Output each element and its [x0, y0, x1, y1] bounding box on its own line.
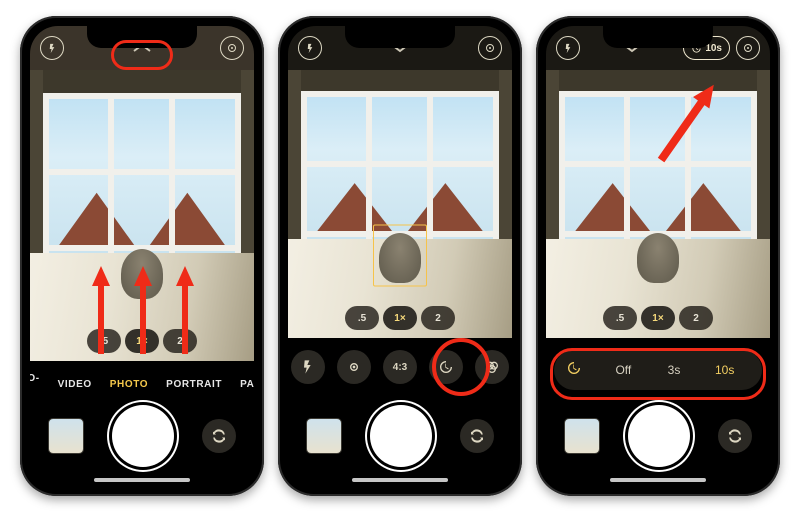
home-indicator[interactable] [94, 478, 190, 482]
viewfinder[interactable]: .5 1× 2 [546, 70, 770, 338]
zoom-0_5x[interactable]: .5 [345, 306, 379, 330]
iphone-step3: 10s .5 1× 2 Off 3s 10s [536, 16, 780, 496]
live-photo-icon[interactable] [220, 36, 244, 60]
mode-photo[interactable]: PHOTO [110, 379, 148, 390]
home-indicator[interactable] [352, 478, 448, 482]
zoom-1x[interactable]: 1× [125, 329, 159, 353]
zoom-0_5x[interactable]: .5 [603, 306, 637, 330]
shutter-button[interactable] [628, 405, 690, 467]
live-control-icon[interactable] [337, 350, 371, 384]
timer-option-3s[interactable]: 3s [649, 363, 700, 377]
flash-control-icon[interactable] [291, 350, 325, 384]
zoom-0_5x[interactable]: .5 [87, 329, 121, 353]
timer-option-off[interactable]: Off [598, 363, 649, 377]
zoom-2x[interactable]: 2 [421, 306, 455, 330]
timer-control-icon[interactable] [429, 350, 463, 384]
notch [603, 26, 713, 48]
last-photo-thumbnail[interactable] [306, 418, 342, 454]
switch-camera-icon[interactable] [460, 419, 494, 453]
home-indicator[interactable] [610, 478, 706, 482]
zoom-1x[interactable]: 1× [383, 306, 417, 330]
timer-option-10s[interactable]: 10s [699, 363, 750, 377]
control-drawer: 4:3 [288, 344, 512, 390]
live-photo-icon[interactable] [736, 36, 760, 60]
mode-selector[interactable]: SLO-MO VIDEO PHOTO PORTRAIT PANO [30, 370, 254, 398]
zoom-2x[interactable]: 2 [679, 306, 713, 330]
mode-pano[interactable]: PANO [240, 379, 254, 390]
mode-portrait[interactable]: PORTRAIT [166, 379, 222, 390]
last-photo-thumbnail[interactable] [564, 418, 600, 454]
notch [345, 26, 455, 48]
zoom-1x[interactable]: 1× [641, 306, 675, 330]
iphone-step2: .5 1× 2 4:3 [278, 16, 522, 496]
timer-options-bar: Off 3s 10s [554, 350, 762, 390]
viewfinder[interactable]: .5 1× 2 [288, 70, 512, 338]
flash-off-icon[interactable] [298, 36, 322, 60]
aspect-ratio-control[interactable]: 4:3 [383, 350, 417, 384]
shutter-button[interactable] [112, 405, 174, 467]
notch [87, 26, 197, 48]
timer-icon [566, 360, 590, 381]
switch-camera-icon[interactable] [202, 419, 236, 453]
shutter-button[interactable] [370, 405, 432, 467]
mode-video[interactable]: VIDEO [58, 379, 92, 390]
zoom-2x[interactable]: 2 [163, 329, 197, 353]
flash-off-icon[interactable] [556, 36, 580, 60]
mode-slomo[interactable]: SLO-MO [30, 373, 40, 395]
viewfinder[interactable]: .5 1× 2 [30, 70, 254, 361]
focus-indicator [373, 224, 427, 286]
iphone-step1: .5 1× 2 SLO-MO VIDEO PHOTO PORTRAIT PANO [20, 16, 264, 496]
switch-camera-icon[interactable] [718, 419, 752, 453]
last-photo-thumbnail[interactable] [48, 418, 84, 454]
live-photo-icon[interactable] [478, 36, 502, 60]
flash-off-icon[interactable] [40, 36, 64, 60]
filters-control-icon[interactable] [475, 350, 509, 384]
